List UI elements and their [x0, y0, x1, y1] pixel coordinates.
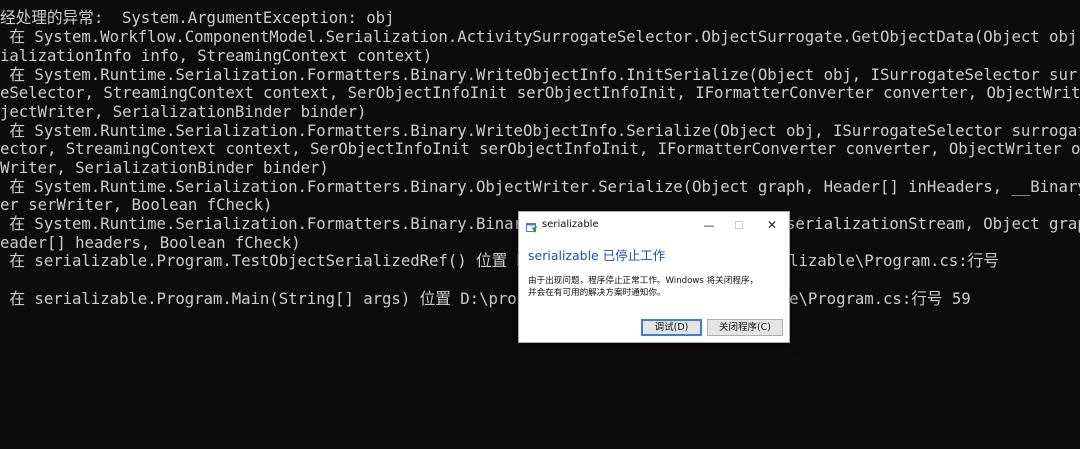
- console-line: eSelector, StreamingContext context, Ser…: [0, 83, 1080, 102]
- console-line: eader[] headers, Boolean fCheck): [0, 233, 301, 252]
- console-line: 在 System.Runtime.Serialization.Formatter…: [0, 121, 1080, 140]
- console-line: 经处理的异常: System.ArgumentException: obj: [0, 8, 395, 27]
- console-line: 在 System.Runtime.Serialization.Formatter…: [0, 65, 1080, 84]
- message-line-1: 由于出现问题，程序停止正常工作。Windows 将关闭程序，: [528, 276, 759, 286]
- dialog-title: serializable: [542, 219, 599, 230]
- minimize-button[interactable]: —: [694, 215, 724, 235]
- main-instruction: serializable 已停止工作: [528, 248, 666, 263]
- dialog-titlebar[interactable]: serializable — ☐ ✕: [519, 212, 789, 238]
- console-line: ializationInfo info, StreamingContext co…: [0, 46, 433, 65]
- message-line-2: 并会在有可用的解决方案时通知你。: [528, 288, 666, 298]
- console-line: er serWriter, Boolean fCheck): [0, 195, 273, 214]
- console-line: 在 System.Runtime.Serialization.Formatter…: [0, 177, 1080, 196]
- debug-button[interactable]: 调试(D): [641, 319, 702, 336]
- close-button[interactable]: ✕: [757, 215, 787, 235]
- console-line: Writer, SerializationBinder binder): [0, 158, 329, 177]
- console-line: 在 serializable.Program.Main(String[] arg…: [0, 289, 971, 308]
- app-window-icon: [526, 219, 538, 233]
- dialog-message: 由于出现问题，程序停止正常工作。Windows 将关闭程序， 并会在有可用的解决…: [528, 275, 758, 299]
- maximize-button: ☐: [734, 218, 744, 232]
- console-line: 在 System.Workflow.ComponentModel.Seriali…: [0, 27, 1080, 46]
- close-program-button[interactable]: 关闭程序(C): [707, 319, 783, 336]
- console-line: 在 serializable.Program.TestObjectSeriali…: [0, 251, 1009, 270]
- error-dialog: serializable — ☐ ✕ serializable 已停止工作 由于…: [518, 211, 790, 343]
- console-line: ector, StreamingContext context, SerObje…: [0, 139, 1080, 158]
- console-line: jectWriter, SerializationBinder binder): [0, 102, 367, 121]
